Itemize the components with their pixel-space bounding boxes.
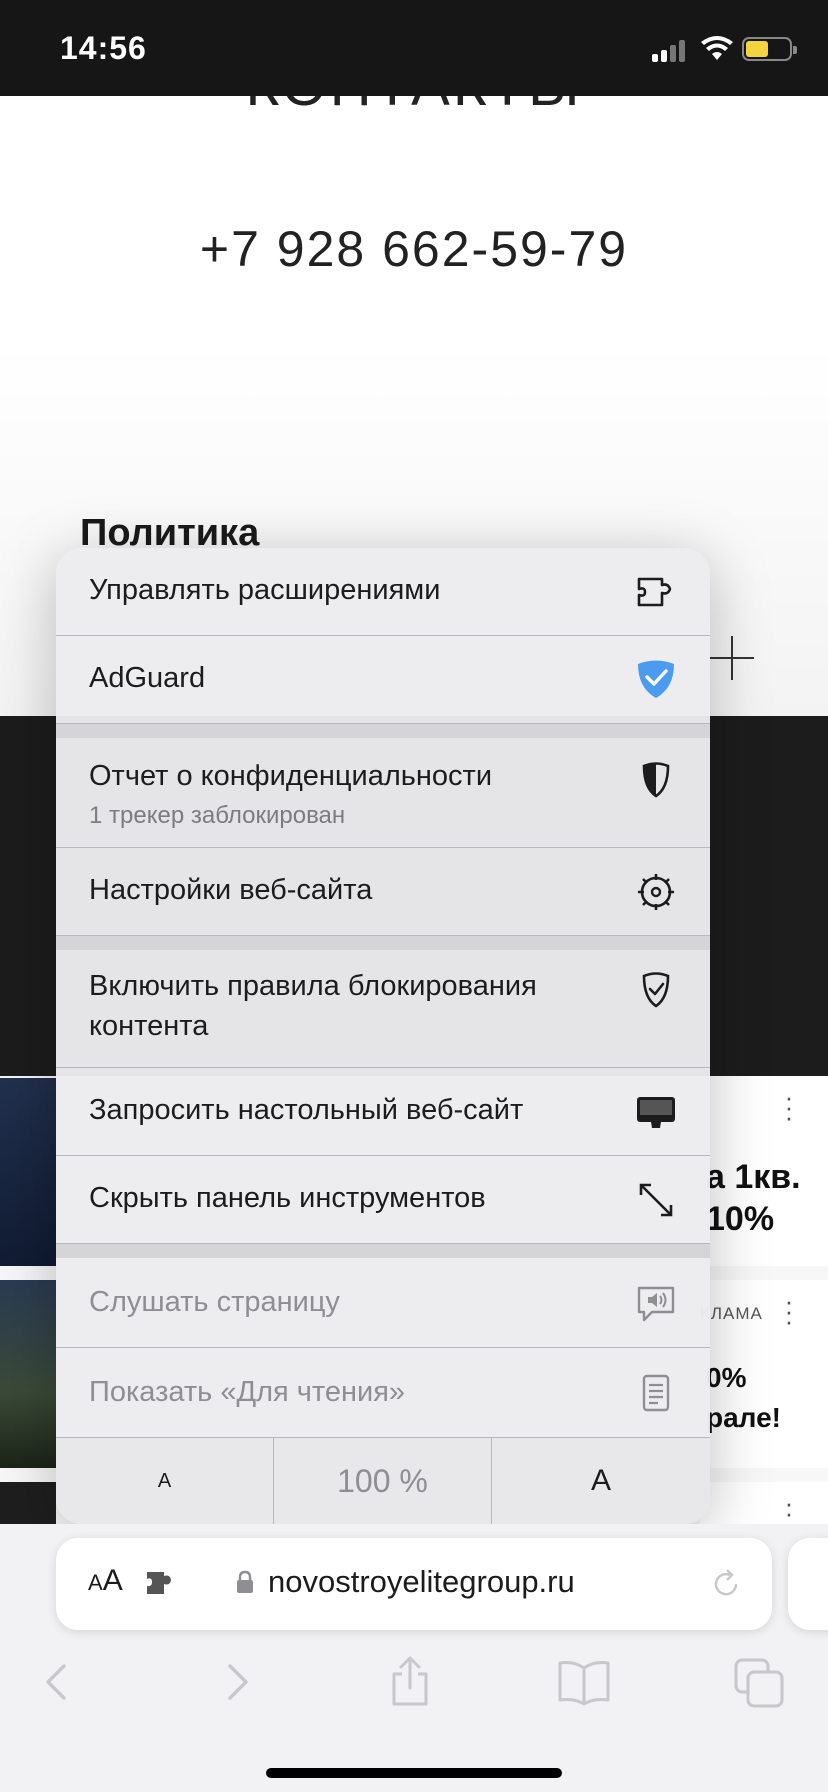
feed-thumbnail[interactable] <box>0 1078 56 1266</box>
status-time: 14:56 <box>60 30 147 66</box>
menu-item-privacy-report[interactable]: Отчет о конфиденциальности 1 трекер забл… <box>56 738 710 848</box>
zoom-level[interactable]: 100 % <box>274 1438 492 1524</box>
forward-icon[interactable] <box>206 1652 266 1712</box>
zoom-controls: A 100 % A <box>56 1438 710 1524</box>
zoom-out-button[interactable]: A <box>56 1438 274 1524</box>
home-indicator[interactable] <box>266 1768 562 1778</box>
menu-item-label: Слушать страницу <box>89 1286 340 1318</box>
url-host: novostroyelitegroup.ru <box>268 1564 575 1599</box>
feed-card[interactable]: КЛАМА · · · 0% рале! <box>700 1280 828 1468</box>
puzzle-icon <box>637 577 672 607</box>
contact-phone[interactable]: +7 928 662-59-79 <box>0 220 828 278</box>
feed-card-text: рале! <box>706 1402 781 1433</box>
more-dots-icon[interactable]: · · · <box>784 1288 794 1334</box>
menu-item-label: Показать «Для чтения» <box>89 1376 406 1408</box>
reload-icon[interactable] <box>708 1566 744 1602</box>
menu-item-label: контента <box>89 1010 209 1042</box>
status-bar: 14:56 <box>0 0 828 96</box>
menu-item-label: Включить правила блокирования <box>89 970 537 1002</box>
menu-item-hide-toolbar[interactable]: Скрыть панель инструментов <box>56 1156 710 1244</box>
menu-separator <box>56 936 710 950</box>
menu-item-manage-extensions[interactable]: Управлять расширениями <box>56 548 710 636</box>
next-tab-preview[interactable] <box>788 1538 828 1630</box>
expand-plus-icon[interactable] <box>710 636 754 680</box>
zoom-in-button[interactable]: A <box>492 1438 710 1524</box>
menu-separator <box>56 724 710 738</box>
menu-item-label: AdGuard <box>89 662 206 694</box>
feed-card-text: 0% <box>706 1362 747 1393</box>
page-format-button[interactable]: AA <box>88 1564 123 1598</box>
menu-item-label: Управлять расширениями <box>89 574 441 606</box>
privacy-shield-icon <box>642 762 670 798</box>
menu-item-request-desktop[interactable]: Запросить настольный веб-сайт <box>56 1068 710 1156</box>
share-icon[interactable] <box>380 1652 440 1712</box>
lock-icon <box>237 1570 253 1593</box>
adguard-shield-icon <box>638 660 674 698</box>
browser-toolbar: AA novostroyelitegroup.ru <box>0 1524 828 1792</box>
menu-item-content-blockers[interactable]: Включить правила блокирования контента <box>56 950 710 1068</box>
menu-item-subtitle: 1 трекер заблокирован <box>89 802 346 829</box>
desktop-icon <box>637 1097 675 1128</box>
puzzle-icon[interactable] <box>144 1564 180 1600</box>
menu-item-show-reader[interactable]: Показать «Для чтения» <box>56 1348 710 1438</box>
more-dots-icon[interactable]: · · <box>784 1490 794 1526</box>
cellular-signal-icon <box>652 38 688 62</box>
menu-item-label: Настройки веб-сайта <box>89 874 373 906</box>
feed-card-text: 10% <box>706 1200 775 1238</box>
page-heading: КОНТАКТЫ <box>0 96 828 119</box>
format-label-small: A <box>88 1570 103 1595</box>
format-label-large: A <box>102 1564 123 1597</box>
reader-page-icon <box>642 1374 670 1412</box>
menu-item-adguard[interactable]: AdGuard <box>56 636 710 724</box>
tabs-icon[interactable] <box>730 1652 790 1712</box>
page-settings-menu: Управлять расширениями AdGuard Отчет о к… <box>56 548 710 1524</box>
address-bar[interactable]: AA novostroyelitegroup.ru <box>56 1538 772 1630</box>
feed-thumbnail[interactable] <box>0 1280 56 1468</box>
feed-card-text: а 1кв. <box>706 1158 801 1196</box>
menu-item-label: Отчет о конфиденциальности <box>89 760 493 792</box>
menu-item-website-settings[interactable]: Настройки веб-сайта <box>56 848 710 936</box>
battery-icon <box>742 37 797 61</box>
menu-item-label: Запросить настольный веб-сайт <box>89 1094 524 1126</box>
menu-separator <box>56 1244 710 1258</box>
menu-item-label: Скрыть панель инструментов <box>89 1182 486 1214</box>
menu-item-listen-page[interactable]: Слушать страницу <box>56 1258 710 1348</box>
back-icon[interactable] <box>28 1652 88 1712</box>
more-dots-icon[interactable]: · · · <box>784 1084 794 1130</box>
shield-check-icon <box>642 972 670 1008</box>
feed-card[interactable]: · · · а 1кв. 10% <box>700 1076 828 1266</box>
gear-icon <box>638 874 674 910</box>
wifi-icon <box>701 36 733 60</box>
speaker-bubble-icon <box>637 1286 675 1322</box>
bookmarks-icon[interactable] <box>554 1652 614 1712</box>
expand-arrows-icon <box>639 1183 673 1217</box>
